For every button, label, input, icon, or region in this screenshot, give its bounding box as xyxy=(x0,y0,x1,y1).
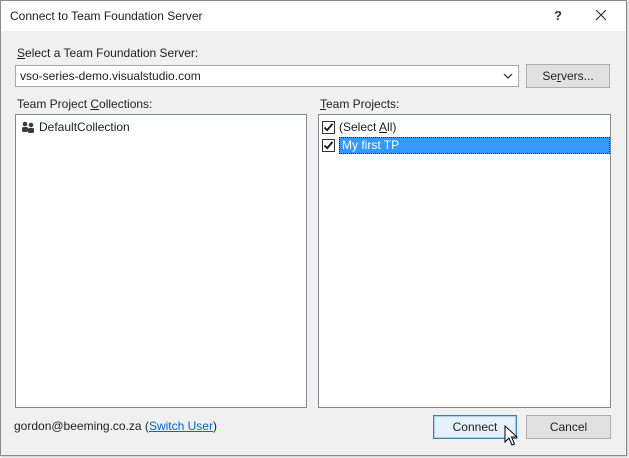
collection-icon xyxy=(22,121,34,133)
collections-label: Team Project Collections: xyxy=(17,97,153,111)
cancel-button[interactable]: Cancel xyxy=(526,415,611,439)
user-email: gordon@beeming.co.za xyxy=(14,419,142,433)
help-button[interactable]: ? xyxy=(536,1,580,29)
close-icon xyxy=(595,9,607,21)
switch-user-link[interactable]: Switch User xyxy=(149,419,213,433)
server-combobox-value: vso-series-demo.visualstudio.com xyxy=(20,69,201,83)
project-checkbox[interactable] xyxy=(322,138,335,152)
select-all-checkbox[interactable] xyxy=(322,120,335,134)
select-all-item[interactable]: (Select All) xyxy=(320,118,610,136)
list-item[interactable]: DefaultCollection xyxy=(20,119,130,135)
dialog-window: Connect to Team Foundation Server ? Sele… xyxy=(0,0,627,456)
project-item[interactable]: My first TP xyxy=(320,136,610,154)
user-info: gordon@beeming.co.za (Switch User) xyxy=(14,419,217,433)
servers-button[interactable]: Se r vers... xyxy=(526,64,610,88)
checkmark-icon xyxy=(323,140,334,150)
collection-label: DefaultCollection xyxy=(39,120,130,134)
title-bar: Connect to Team Foundation Server ? xyxy=(1,1,626,31)
project-label: My first TP xyxy=(339,136,610,154)
mouse-cursor-icon xyxy=(504,425,518,446)
chevron-down-icon[interactable] xyxy=(500,68,516,84)
close-button[interactable] xyxy=(579,1,623,29)
server-combobox[interactable]: vso-series-demo.visualstudio.com xyxy=(15,65,519,87)
window-title: Connect to Team Foundation Server xyxy=(10,9,203,23)
projects-label: Team Projects: xyxy=(320,97,400,111)
projects-list[interactable]: (Select All) My first TP xyxy=(318,114,611,408)
select-all-label: (Select All) xyxy=(339,120,397,134)
collections-list[interactable]: DefaultCollection xyxy=(15,114,307,408)
server-label: Select a Team Foundation Server: xyxy=(17,46,199,60)
checkmark-icon xyxy=(323,122,334,132)
